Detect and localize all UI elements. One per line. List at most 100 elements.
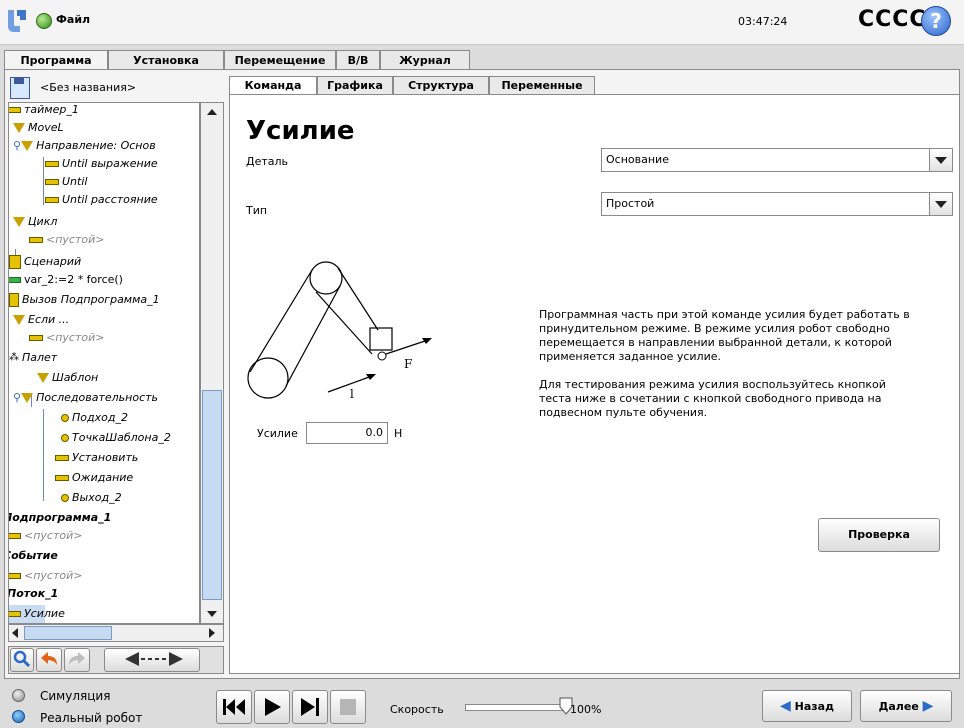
next-button[interactable]: Далее ▶	[860, 690, 952, 722]
speed-slider[interactable]	[465, 704, 565, 711]
step-icon	[301, 698, 319, 716]
step-button[interactable]	[292, 690, 328, 724]
part-select[interactable]: Основание	[601, 148, 953, 172]
force-diagram: F l	[247, 261, 432, 401]
expand-icon[interactable]: ⚲	[13, 391, 21, 404]
expand-icon[interactable]: ⚲	[13, 139, 21, 152]
tree-horizontal-scroll-thumb[interactable]	[24, 626, 112, 640]
tree-node[interactable]: Установить	[55, 449, 138, 467]
redo-icon[interactable]	[64, 648, 90, 672]
tree-node[interactable]: <пустой>	[29, 231, 104, 249]
tree-node[interactable]: var_2:=2 * force()	[9, 271, 123, 289]
arrow-right-icon: ▶	[922, 698, 934, 714]
tree-node[interactable]: <пустой>	[9, 527, 82, 545]
tree-node[interactable]: Подход_2	[61, 409, 128, 427]
tab-move[interactable]: Перемещение	[224, 50, 336, 69]
move-node-button[interactable]	[104, 648, 200, 672]
bar-icon	[45, 197, 59, 203]
scroll-down-icon[interactable]	[207, 611, 217, 617]
tab-program[interactable]: Программа	[4, 50, 108, 71]
undo-icon[interactable]	[36, 648, 62, 672]
tree-node[interactable]: таймер_1	[9, 103, 79, 119]
program-name: <Без названия>	[40, 81, 137, 94]
test-button[interactable]: Проверка	[818, 518, 940, 552]
bar-icon	[9, 611, 21, 617]
force-input[interactable]: 0.0	[306, 422, 388, 444]
pallet-icon: ⁂	[9, 352, 19, 363]
script-icon	[9, 255, 21, 269]
description-paragraph: Программная часть при этой команде усили…	[539, 308, 910, 363]
simulation-label[interactable]: Симуляция	[40, 689, 110, 703]
tree-node[interactable]: Until расстояние	[45, 191, 158, 209]
tree-node[interactable]: Событие	[9, 547, 58, 565]
tree-node[interactable]: Поток_1	[9, 585, 58, 603]
tree-vertical-scroll-thumb[interactable]	[202, 390, 222, 600]
robot-name: CCCC	[858, 7, 927, 32]
tab-structure[interactable]: Структура	[393, 76, 489, 94]
tree-node[interactable]: ⚲ Направление: Основ	[13, 137, 156, 155]
file-menu[interactable]: Файл	[56, 13, 90, 26]
simulation-radio[interactable]	[12, 689, 25, 702]
description-paragraph: Для тестирования режима усилия воспользу…	[539, 378, 886, 419]
scroll-left-icon[interactable]	[12, 628, 18, 638]
scroll-right-icon[interactable]	[209, 628, 215, 638]
tree-node[interactable]: <пустой>	[29, 329, 104, 347]
triangle-icon	[37, 373, 49, 383]
real-robot-label[interactable]: Реальный робот	[40, 711, 142, 725]
bar-icon	[9, 573, 21, 579]
robot-status-icon	[36, 13, 52, 29]
tree-node-selected[interactable]: Усилие	[9, 605, 65, 623]
tab-installation[interactable]: Установка	[108, 50, 224, 69]
tab-io[interactable]: В/В	[336, 50, 380, 69]
tree-node[interactable]: Вызов Подпрограмма_1	[9, 291, 160, 309]
tree-node[interactable]: Шаблон	[37, 369, 98, 387]
ur-logo-icon	[8, 10, 26, 32]
tree-node[interactable]: Цикл	[13, 213, 57, 231]
command-description: Программная часть при этой команде усили…	[539, 308, 919, 434]
back-button[interactable]: ◀ Назад	[762, 690, 852, 722]
play-icon	[265, 698, 281, 716]
tab-log[interactable]: Журнал	[380, 50, 470, 69]
bar-icon	[55, 455, 69, 461]
tree-node[interactable]: Ожидание	[55, 469, 133, 487]
rewind-button[interactable]	[216, 690, 252, 724]
tab-command[interactable]: Команда	[229, 76, 317, 96]
tab-graphics[interactable]: Графика	[317, 76, 393, 94]
rewind-icon	[223, 699, 245, 715]
waypoint-icon	[61, 434, 69, 442]
real-robot-radio[interactable]	[12, 710, 25, 723]
stop-icon	[340, 699, 356, 715]
scroll-up-icon[interactable]	[207, 109, 217, 115]
call-icon	[9, 293, 19, 307]
chevron-down-icon[interactable]	[929, 149, 952, 171]
stop-button[interactable]	[330, 690, 366, 724]
type-select[interactable]: Простой	[601, 192, 953, 216]
triangle-icon	[13, 123, 25, 133]
bar-icon	[45, 179, 59, 185]
page-title: Усилие	[246, 116, 355, 146]
chevron-down-icon[interactable]	[929, 193, 952, 215]
tree-node[interactable]: Сценарий	[9, 253, 81, 271]
force-label: Усилие	[257, 427, 298, 440]
help-icon[interactable]: ?	[921, 6, 951, 36]
save-icon[interactable]	[10, 77, 30, 99]
tree-node[interactable]: ⁂ Палет	[9, 349, 57, 367]
search-icon[interactable]	[10, 648, 34, 672]
triangle-icon	[13, 315, 25, 325]
bar-icon	[9, 277, 21, 283]
tree-node[interactable]: MoveL	[13, 119, 64, 137]
arrow-left-icon: ◀	[780, 698, 791, 714]
clock: 03:47:24	[738, 15, 788, 28]
tree-node[interactable]: Until	[45, 173, 87, 191]
tree-node[interactable]: Until выражение	[45, 155, 158, 173]
tree-node[interactable]: Подпрограмма_1	[9, 509, 111, 527]
tree-node[interactable]: ТочкаШаблона_2	[61, 429, 171, 447]
play-button[interactable]	[254, 690, 290, 724]
tree-node[interactable]: Если ...	[13, 311, 69, 329]
bar-icon	[9, 533, 21, 539]
tab-variables[interactable]: Переменные	[489, 76, 595, 94]
tree-node[interactable]: ⚲ Последовательность	[13, 389, 158, 407]
tree-node[interactable]: <пустой>	[9, 567, 82, 585]
program-tree[interactable]: таймер_1 MoveL ⚲ Направление: Основ Until…	[8, 102, 200, 624]
tree-node[interactable]: Выход_2	[61, 489, 122, 507]
